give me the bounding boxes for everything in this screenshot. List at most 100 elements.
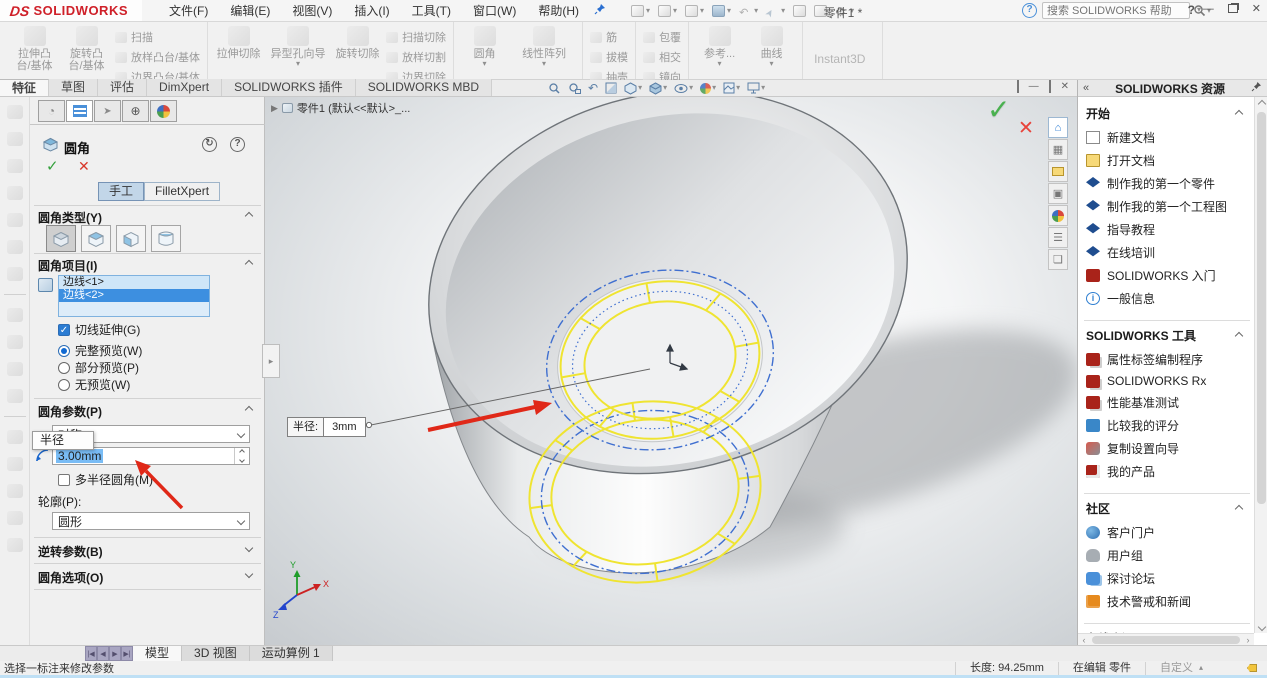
collapse-chevron-icon[interactable] [245,212,253,220]
menu-edit[interactable]: 编辑(E) [221,0,279,21]
partial-preview-radio[interactable] [58,362,70,374]
radius-callout[interactable]: 半径: 3mm [287,417,366,437]
scrollbar-thumb[interactable] [1092,636,1240,644]
section-view-icon[interactable] [605,82,617,94]
fillet-type-header[interactable]: 圆角类型(Y) [38,209,102,226]
constant-size-fillet-button[interactable] [46,225,76,252]
feature-manager-tab[interactable]: ◔ [38,100,65,122]
scroll-left-arrow[interactable]: ‹ [1078,634,1090,646]
print-button[interactable]: ▾ [709,4,734,18]
user-groups-link[interactable]: 用户组 [1084,544,1252,567]
discussion-forum-link[interactable]: 探讨论坛 [1084,567,1252,590]
view-palette-icon[interactable]: ▣ [1048,183,1068,204]
lofted-cut-button[interactable]: 放样切割 [386,49,446,65]
keep-visible-pin-icon[interactable] [202,137,217,152]
tangent-propagation-checkbox[interactable] [58,324,70,336]
items-to-fillet-header[interactable]: 圆角项目(I) [38,257,97,274]
curves-button[interactable]: 曲线▾ [748,25,795,68]
filletxpert-mode-button[interactable]: FilletXpert [144,182,220,201]
panel-flyout-handle[interactable]: ▸ [262,344,280,378]
scroll-right-arrow[interactable]: › [1242,634,1254,646]
open-document-button[interactable]: ▾ [655,4,680,18]
pin-pane-icon[interactable] [1251,81,1262,95]
hole-wizard-button[interactable]: 异型孔向导▾ [267,25,329,68]
menu-help[interactable]: 帮助(H) [529,0,588,21]
ok-button[interactable] [46,157,59,175]
no-preview-radio[interactable] [58,379,70,391]
open-document-link[interactable]: 打开文档 [1084,149,1252,172]
menu-pin-icon[interactable] [594,3,606,18]
confirm-cancel-icon[interactable] [1018,117,1034,140]
new-document-button[interactable]: ▾ [628,4,653,18]
linear-pattern-button[interactable]: 线性阵列▾ [513,25,575,68]
custom-properties-icon[interactable]: ☰ [1048,227,1068,248]
multi-radius-checkbox[interactable] [58,474,70,486]
full-preview-radio[interactable] [58,345,70,357]
face-fillet-button[interactable] [116,225,146,252]
status-custom-dropdown[interactable]: 自定义 ▴ [1145,662,1217,675]
tab-sw-addins[interactable]: SOLIDWORKS 插件 [222,79,356,96]
left-toolbar-icon[interactable] [7,389,23,403]
graphics-viewport[interactable]: Y X Z ▶ 零件1 (默认<<默认>_... 半径: 3mm [265,97,1077,645]
copy-settings-wizard-link[interactable]: 复制设置向导 [1084,437,1252,460]
menu-tools[interactable]: 工具(T) [403,0,460,21]
restore-button[interactable] [1228,4,1238,13]
left-toolbar-icon[interactable] [7,511,23,525]
zoom-fit-icon[interactable] [548,82,561,95]
fillet-options-header[interactable]: 圆角选项(O) [38,569,103,586]
menu-window[interactable]: 窗口(W) [464,0,525,21]
task-pane-vertical-scrollbar[interactable] [1254,97,1267,633]
expand-chevron-icon[interactable] [245,544,253,552]
fillet-button[interactable]: 圆角▾ [461,25,508,68]
menu-view[interactable]: 视图(V) [283,0,341,21]
feature-tree-overlay[interactable]: ▶ 零件1 (默认<<默认>_... [271,100,410,116]
scroll-down-arrow[interactable] [1255,620,1267,633]
3d-views-tab[interactable]: 3D 视图 [182,646,250,661]
resources-tab-home-icon[interactable]: ⌂ [1048,117,1068,138]
edge-item-2[interactable]: 边线<2> [59,289,209,302]
display-style-icon[interactable]: ▾ [624,82,642,95]
collapse-chevron-icon[interactable] [245,406,253,414]
revolved-cut-button[interactable]: 旋转切除 [334,25,381,60]
hide-show-items-icon[interactable]: ▾ [674,83,693,94]
general-info-link[interactable]: 一般信息 [1084,287,1252,310]
revolved-boss-button[interactable]: 旋转凸台/基体 [63,25,110,72]
fillet-parameters-header[interactable]: 圆角参数(P) [38,403,102,420]
left-toolbar-icon[interactable] [7,484,23,498]
online-training-link[interactable]: 在线培训 [1084,241,1252,264]
intersect-button[interactable]: 相交 [643,49,681,65]
motion-study-tab[interactable]: 运动算例 1 [250,646,333,661]
tab-features[interactable]: 特征 [0,79,49,96]
left-toolbar-icon[interactable] [7,538,23,552]
lofted-boss-button[interactable]: 放样凸台/基体 [115,49,200,65]
expand-chevron-icon[interactable] [245,570,253,578]
rib-button[interactable]: 筋 [590,29,628,45]
left-toolbar-icon[interactable] [7,105,23,119]
doc-minimize-icon[interactable]: — [1029,81,1039,92]
view-settings-icon[interactable]: ▾ [747,82,765,94]
section-getting-started[interactable]: 开始 [1084,101,1252,126]
dimxpert-manager-tab[interactable]: ⊕ [122,100,149,122]
section-sw-tools[interactable]: SOLIDWORKS 工具 [1084,323,1252,348]
forum-tab-icon[interactable]: ❏ [1048,249,1068,270]
spinner-up-button[interactable] [235,448,249,456]
confirm-ok-icon[interactable] [987,97,1010,126]
left-toolbar-icon[interactable] [7,132,23,146]
cancel-button[interactable] [78,158,90,175]
help-balloon-icon[interactable] [1022,3,1037,18]
appearances-scenes-icon[interactable] [1048,205,1068,226]
tutorials-link[interactable]: 指导教程 [1084,218,1252,241]
tree-expand-icon[interactable]: ▶ [271,103,278,114]
doc-restore-icon[interactable] [1049,81,1051,92]
variable-size-fillet-button[interactable] [81,225,111,252]
left-toolbar-icon[interactable] [7,430,23,444]
menu-file[interactable]: 文件(F) [160,0,217,21]
left-toolbar-icon[interactable] [7,335,23,349]
doc-fullscreen-icon[interactable] [1017,81,1019,92]
undo-button[interactable]: ▾ [736,4,761,18]
property-manager-tab[interactable] [66,100,93,122]
next-tab-button[interactable]: ▶ [109,646,121,661]
previous-view-icon[interactable]: ↶ [588,81,598,95]
my-products-link[interactable]: 我的产品 [1084,460,1252,483]
tech-alerts-news-link[interactable]: 技术警戒和新闻 [1084,590,1252,613]
